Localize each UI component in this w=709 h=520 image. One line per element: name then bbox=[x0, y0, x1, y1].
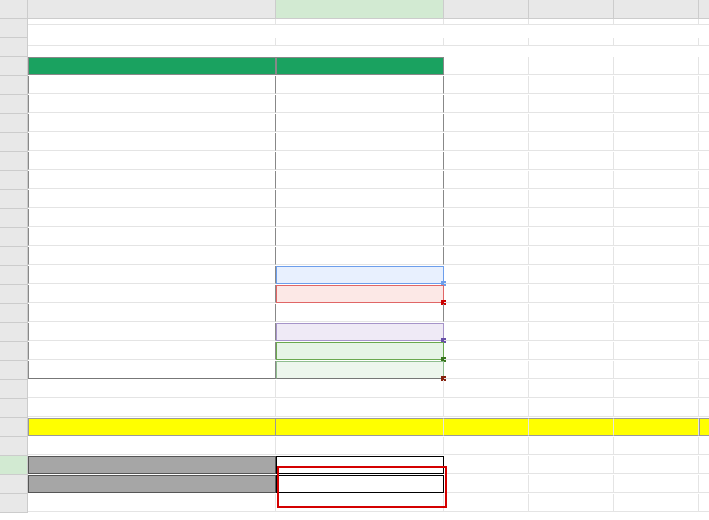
label-total-assets-formula[interactable] bbox=[28, 456, 276, 474]
label-equity-liab[interactable] bbox=[28, 76, 276, 94]
value-total-assets[interactable] bbox=[276, 475, 444, 493]
row-header-18[interactable] bbox=[0, 342, 28, 361]
row-header-7[interactable] bbox=[0, 133, 28, 152]
row-header-6[interactable] bbox=[0, 114, 28, 133]
value-inventories[interactable] bbox=[276, 323, 444, 341]
row-header-26[interactable] bbox=[0, 494, 28, 513]
col-header-E[interactable] bbox=[614, 0, 699, 19]
note-text[interactable] bbox=[28, 399, 276, 417]
row-header-5[interactable] bbox=[0, 95, 28, 114]
label-current-liab[interactable] bbox=[28, 152, 276, 170]
value-shareholders-equity[interactable] bbox=[276, 95, 444, 113]
row-header-11[interactable] bbox=[0, 209, 28, 228]
label-trade-receivables[interactable] bbox=[28, 342, 276, 360]
row-header-21[interactable] bbox=[0, 399, 28, 418]
row-header-23[interactable] bbox=[0, 437, 28, 456]
row-header-3[interactable] bbox=[0, 57, 28, 76]
label-cash[interactable] bbox=[28, 361, 276, 379]
value-cash[interactable] bbox=[276, 361, 444, 379]
label-intangible[interactable] bbox=[28, 285, 276, 303]
select-all-corner[interactable] bbox=[0, 0, 28, 19]
row-header-25[interactable] bbox=[0, 475, 28, 494]
value-income-tax[interactable] bbox=[276, 190, 444, 208]
value-trade-payables[interactable] bbox=[276, 171, 444, 189]
label-current-assets[interactable] bbox=[28, 304, 276, 322]
value-long-term-debt[interactable] bbox=[276, 133, 444, 151]
value-tangible[interactable] bbox=[276, 266, 444, 284]
row-header-15[interactable] bbox=[0, 285, 28, 304]
label-fixed-assets[interactable] bbox=[28, 247, 276, 265]
value-trade-receivables[interactable] bbox=[276, 342, 444, 360]
row-header-1[interactable] bbox=[0, 19, 28, 38]
row-header-4[interactable] bbox=[0, 76, 28, 95]
value-intangible[interactable] bbox=[276, 285, 444, 303]
col-header-B[interactable] bbox=[276, 0, 444, 19]
row-header-14[interactable] bbox=[0, 266, 28, 285]
label-long-term-debt[interactable] bbox=[28, 133, 276, 151]
row-header-2[interactable] bbox=[0, 38, 28, 57]
label-inventories[interactable] bbox=[28, 323, 276, 341]
cell-total-assets-formula[interactable] bbox=[276, 456, 444, 474]
row-header-8[interactable] bbox=[0, 152, 28, 171]
row-header-9[interactable] bbox=[0, 171, 28, 190]
row-header-24[interactable] bbox=[0, 456, 28, 475]
label-non-current-liab[interactable] bbox=[28, 114, 276, 132]
label-tangible[interactable] bbox=[28, 266, 276, 284]
formula-description[interactable] bbox=[28, 418, 276, 436]
spreadsheet-grid[interactable] bbox=[0, 0, 709, 513]
cell-B1[interactable] bbox=[276, 19, 444, 25]
row-header-16[interactable] bbox=[0, 304, 28, 323]
row-header-13[interactable] bbox=[0, 247, 28, 266]
cell-A1[interactable] bbox=[28, 19, 276, 25]
col-header-A[interactable] bbox=[28, 0, 276, 19]
row-header-22[interactable] bbox=[0, 418, 28, 437]
col-header-C[interactable] bbox=[444, 0, 529, 19]
col-header-F[interactable] bbox=[699, 0, 709, 19]
header-amount[interactable] bbox=[276, 57, 444, 75]
label-income-tax[interactable] bbox=[28, 190, 276, 208]
row-header-20[interactable] bbox=[0, 380, 28, 399]
col-header-D[interactable] bbox=[529, 0, 614, 19]
row-header-10[interactable] bbox=[0, 190, 28, 209]
label-shareholders-equity[interactable] bbox=[28, 95, 276, 113]
label-non-current-assets[interactable] bbox=[28, 228, 276, 246]
header-particulars[interactable] bbox=[28, 57, 276, 75]
label-total-assets[interactable] bbox=[28, 475, 276, 493]
row-header-17[interactable] bbox=[0, 323, 28, 342]
label-trade-payables[interactable] bbox=[28, 171, 276, 189]
row-header-12[interactable] bbox=[0, 228, 28, 247]
row-header-19[interactable] bbox=[0, 361, 28, 380]
label-assets[interactable] bbox=[28, 209, 276, 227]
